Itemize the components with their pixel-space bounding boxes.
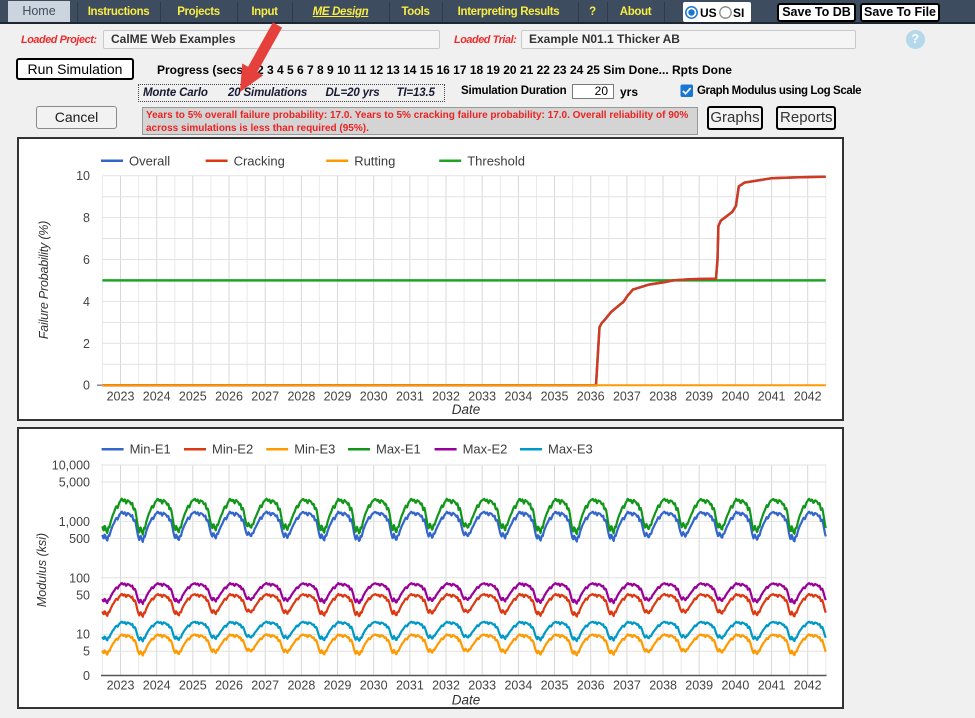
svg-text:2031: 2031 <box>396 390 424 404</box>
svg-text:50: 50 <box>76 588 90 602</box>
svg-text:2035: 2035 <box>541 390 569 404</box>
svg-text:2026: 2026 <box>215 390 243 404</box>
svg-text:2028: 2028 <box>287 679 315 693</box>
svg-text:Min-E2: Min-E2 <box>212 442 253 457</box>
svg-text:2027: 2027 <box>251 390 279 404</box>
svg-text:Overall: Overall <box>129 153 170 168</box>
svg-text:2042: 2042 <box>794 679 822 693</box>
svg-text:2040: 2040 <box>721 679 749 693</box>
svg-text:2025: 2025 <box>179 679 207 693</box>
svg-text:2029: 2029 <box>324 679 352 693</box>
svg-text:2036: 2036 <box>577 390 605 404</box>
svg-text:2029: 2029 <box>324 390 352 404</box>
svg-text:2038: 2038 <box>649 390 677 404</box>
svg-text:5: 5 <box>83 645 90 659</box>
svg-text:6: 6 <box>83 253 90 267</box>
svg-text:8: 8 <box>83 211 90 225</box>
svg-text:2023: 2023 <box>107 679 135 693</box>
svg-text:2039: 2039 <box>685 679 713 693</box>
svg-text:2030: 2030 <box>360 390 388 404</box>
svg-text:Date: Date <box>452 402 481 417</box>
svg-text:2037: 2037 <box>613 679 641 693</box>
svg-text:2037: 2037 <box>613 390 641 404</box>
svg-text:2034: 2034 <box>504 679 532 693</box>
svg-text:0: 0 <box>83 379 90 393</box>
svg-text:2036: 2036 <box>577 679 605 693</box>
svg-text:Date: Date <box>452 693 481 708</box>
svg-text:2042: 2042 <box>794 390 822 404</box>
svg-text:2026: 2026 <box>215 679 243 693</box>
svg-text:2024: 2024 <box>143 390 171 404</box>
svg-text:100: 100 <box>69 571 90 585</box>
svg-text:2031: 2031 <box>396 679 424 693</box>
svg-text:Cracking: Cracking <box>234 153 285 168</box>
svg-text:2038: 2038 <box>649 679 677 693</box>
svg-text:Max-E2: Max-E2 <box>463 442 508 457</box>
svg-text:10,000: 10,000 <box>52 459 90 473</box>
svg-text:1,000: 1,000 <box>59 515 90 529</box>
svg-text:0: 0 <box>83 669 90 683</box>
svg-text:Failure Probability (%): Failure Probability (%) <box>37 221 51 339</box>
svg-text:2030: 2030 <box>360 679 388 693</box>
svg-text:5,000: 5,000 <box>59 476 90 490</box>
svg-text:2025: 2025 <box>179 390 207 404</box>
svg-text:500: 500 <box>69 532 90 546</box>
svg-text:2041: 2041 <box>758 390 786 404</box>
svg-text:2035: 2035 <box>541 679 569 693</box>
svg-text:Rutting: Rutting <box>354 153 395 168</box>
svg-text:4: 4 <box>83 295 90 309</box>
svg-text:Max-E1: Max-E1 <box>376 442 421 457</box>
svg-text:Max-E3: Max-E3 <box>548 442 593 457</box>
svg-text:Modulus (ksi): Modulus (ksi) <box>35 533 49 607</box>
svg-text:2032: 2032 <box>432 679 460 693</box>
svg-text:Min-E1: Min-E1 <box>130 442 171 457</box>
svg-text:2024: 2024 <box>143 679 171 693</box>
svg-text:2033: 2033 <box>468 679 496 693</box>
svg-text:10: 10 <box>76 628 90 642</box>
svg-text:2034: 2034 <box>504 390 532 404</box>
svg-text:2028: 2028 <box>287 390 315 404</box>
svg-text:2039: 2039 <box>685 390 713 404</box>
svg-text:2041: 2041 <box>758 679 786 693</box>
svg-text:10: 10 <box>76 169 90 183</box>
svg-text:2027: 2027 <box>251 679 279 693</box>
svg-text:Threshold: Threshold <box>467 153 525 168</box>
svg-text:2: 2 <box>83 337 90 351</box>
svg-text:Min-E3: Min-E3 <box>294 442 335 457</box>
svg-text:2023: 2023 <box>107 390 135 404</box>
svg-text:2040: 2040 <box>721 390 749 404</box>
